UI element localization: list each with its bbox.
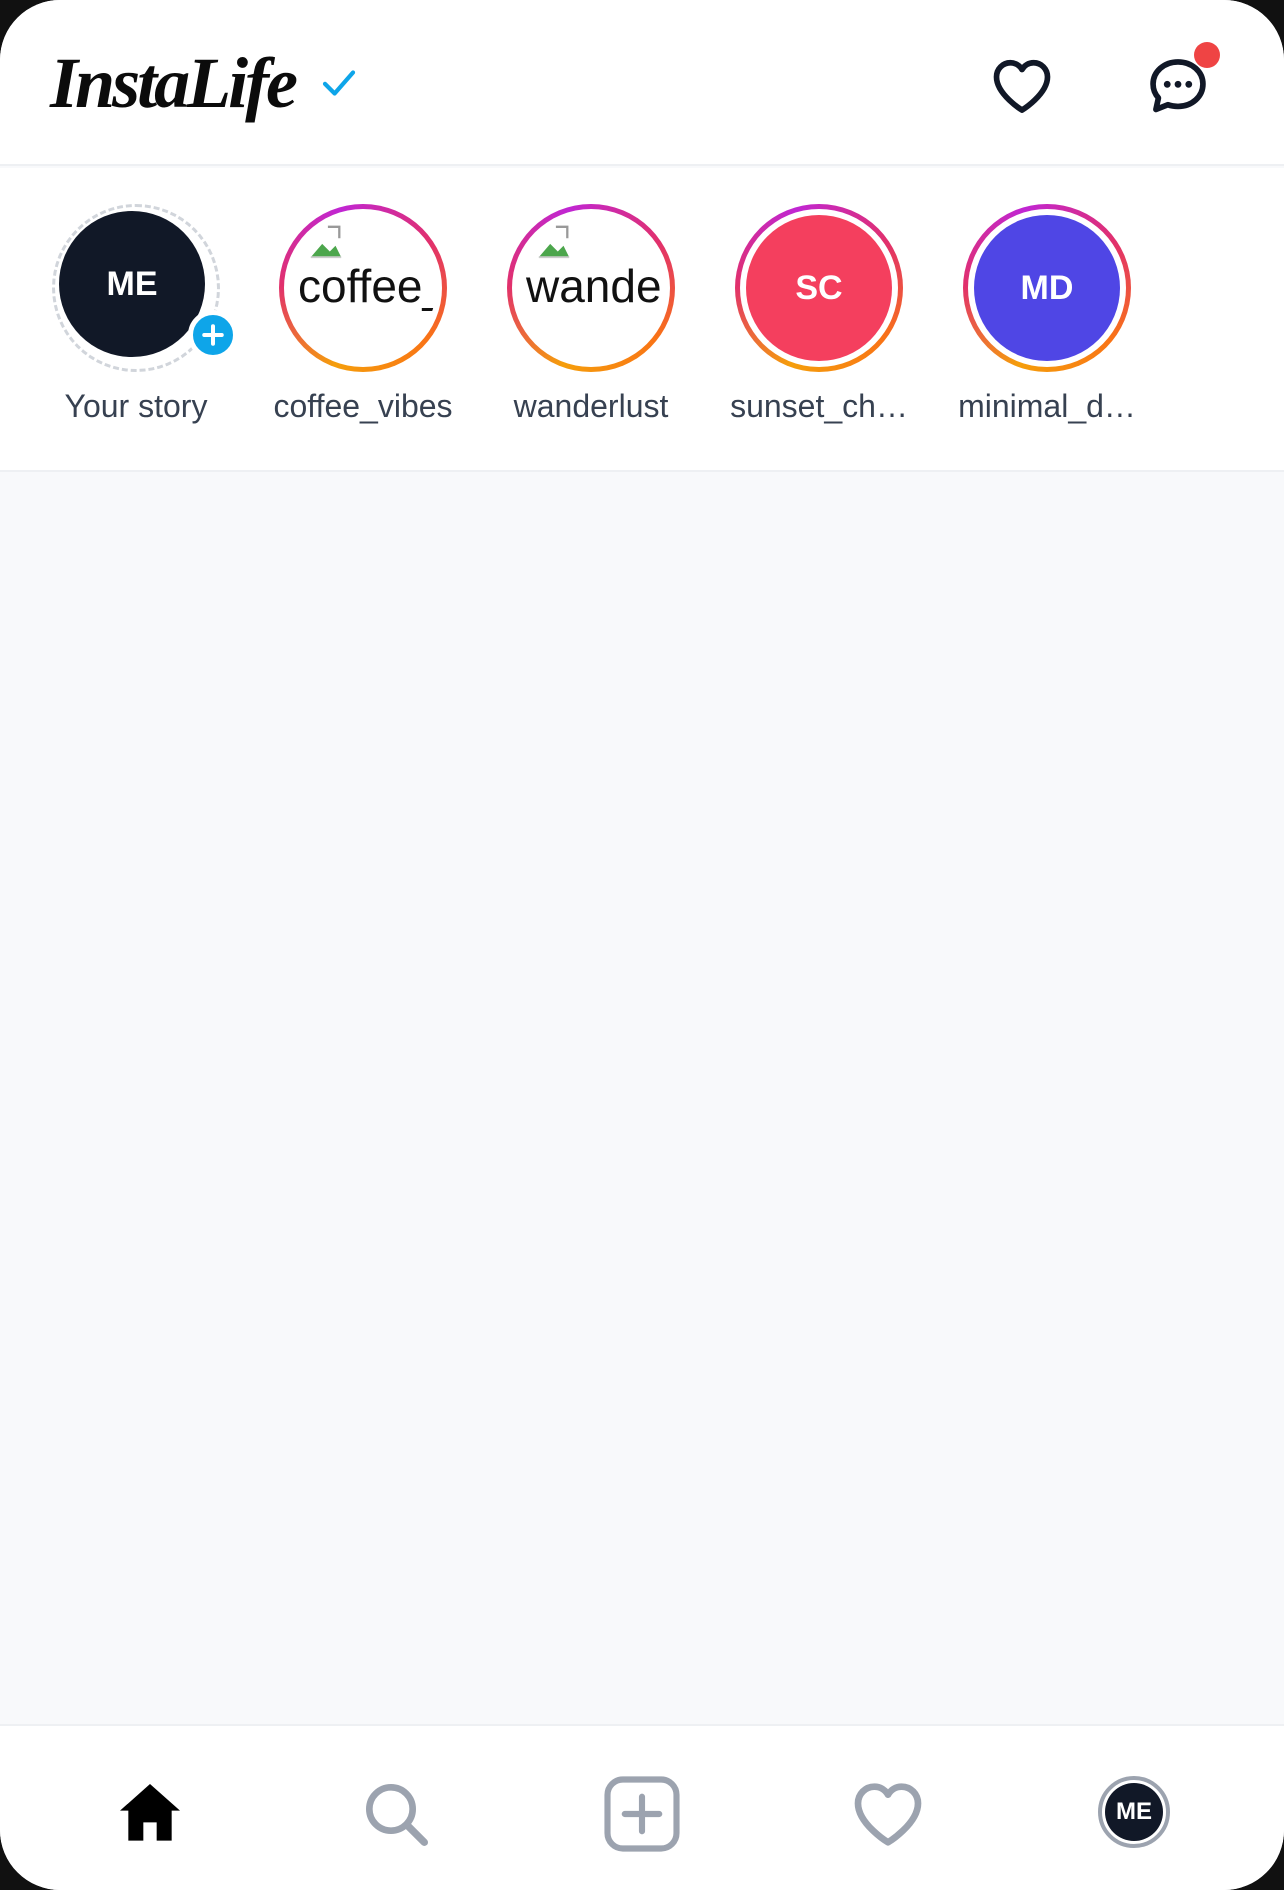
plus-square-icon[interactable] [596, 1768, 688, 1860]
avatar-initials: MD [1020, 268, 1074, 307]
story-label: Your story [64, 388, 208, 424]
story-ring: MD [963, 204, 1131, 372]
avatar-alt-text: coffee_ [298, 260, 436, 312]
avatar-initials: ME [106, 264, 158, 303]
story-label: coffee_vibes [273, 388, 453, 424]
story-label: minimal_d… [958, 388, 1136, 424]
avatar-broken-image: wande [518, 215, 664, 361]
avatar: ME [59, 211, 205, 357]
story-ring: coffee_ [279, 204, 447, 372]
broken-image-icon [310, 225, 342, 259]
search-icon[interactable] [356, 1774, 436, 1854]
avatar: SC [746, 215, 892, 361]
heart-icon[interactable] [988, 52, 1056, 120]
avatar-broken-image: coffee_ [290, 215, 436, 361]
broken-image-icon [538, 225, 570, 259]
avatar-initials: ME [1105, 1783, 1163, 1841]
unread-badge [1194, 42, 1220, 68]
profile-avatar[interactable]: ME [1098, 1776, 1170, 1848]
avatar-alt-text: wande [526, 260, 662, 312]
add-story-button[interactable] [188, 310, 238, 360]
avatar-initials: SC [795, 268, 843, 307]
story-label: sunset_ch… [730, 388, 908, 424]
bottom-nav: ME [0, 1724, 1284, 1890]
story-ring: wande [507, 204, 675, 372]
home-icon[interactable] [110, 1774, 190, 1854]
heart-icon[interactable] [848, 1774, 928, 1854]
avatar: MD [974, 215, 1120, 361]
story-label: wanderlust [513, 388, 669, 424]
feed-area [0, 472, 1284, 1724]
story-ring: SC [735, 204, 903, 372]
stories-row: ME Your story coffee_ coffee_vibes wande… [0, 168, 1284, 472]
app-screen: InstaLife ME Your story coffee_ coffee_v… [0, 0, 1284, 1890]
app-logo[interactable]: InstaLife [50, 38, 298, 128]
check-icon [322, 70, 356, 96]
top-bar: InstaLife [0, 0, 1284, 166]
plus-icon [202, 324, 224, 346]
